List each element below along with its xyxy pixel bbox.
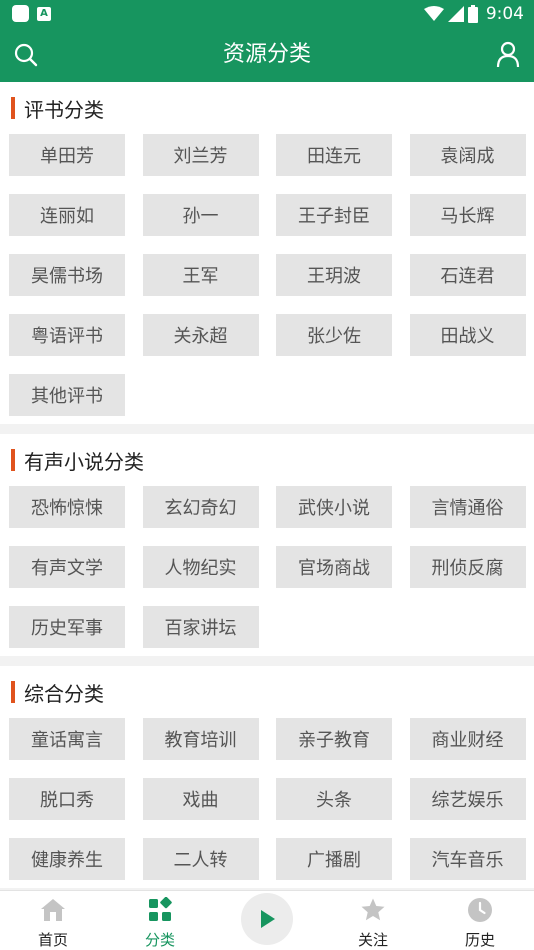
nav-history[interactable]: 历史 [440, 891, 520, 950]
category-tag[interactable]: 历史军事 [9, 606, 125, 648]
tag-grid: 恐怖惊悚 玄幻奇幻 武侠小说 言情通俗 有声文学 人物纪实 官场商战 刑侦反腐 … [9, 486, 526, 648]
section-accent-bar [11, 449, 15, 471]
section-title: 有声小说分类 [24, 449, 144, 474]
category-tag[interactable]: 张少佐 [276, 314, 392, 356]
category-tag[interactable]: 言情通俗 [409, 486, 526, 528]
star-icon [361, 898, 385, 921]
category-tag[interactable]: 马长辉 [409, 194, 526, 236]
category-tag[interactable]: 单田芳 [9, 134, 125, 176]
bottom-nav: 首页 分类 关注 历史 [0, 890, 534, 950]
category-tag[interactable]: 人物纪实 [142, 546, 259, 588]
section-accent-bar [11, 97, 15, 119]
section-header: 有声小说分类 [9, 434, 525, 486]
tag-grid: 童话寓言 教育培训 亲子教育 商业财经 脱口秀 戏曲 头条 综艺娱乐 健康养生 … [9, 718, 526, 880]
user-icon[interactable] [494, 40, 522, 68]
section-pingshu: 评书分类 单田芳 刘兰芳 田连元 袁阔成 连丽如 孙一 王子封臣 马长辉 昊儒书… [0, 82, 534, 424]
category-tag[interactable]: 王子封臣 [276, 194, 392, 236]
nav-history-label: 历史 [464, 931, 495, 949]
signal-icon [447, 6, 464, 22]
category-tag[interactable]: 王玥波 [276, 254, 392, 296]
category-tag[interactable]: 田连元 [276, 134, 392, 176]
play-icon [261, 910, 275, 928]
category-tag[interactable]: 连丽如 [9, 194, 125, 236]
app-bar: 资源分类 [0, 28, 534, 82]
category-tag[interactable]: 综艺娱乐 [409, 778, 526, 820]
category-tag[interactable]: 商业财经 [409, 718, 526, 760]
category-content[interactable]: 评书分类 单田芳 刘兰芳 田连元 袁阔成 连丽如 孙一 王子封臣 马长辉 昊儒书… [0, 82, 534, 890]
category-tag[interactable]: 刑侦反腐 [409, 546, 526, 588]
section-accent-bar [11, 681, 15, 703]
category-tag[interactable]: 玄幻奇幻 [142, 486, 259, 528]
clock-icon [468, 898, 492, 922]
notification-icon [12, 5, 29, 22]
category-tag[interactable]: 田战义 [409, 314, 526, 356]
category-tag[interactable]: 百家讲坛 [142, 606, 259, 648]
section-general: 综合分类 童话寓言 教育培训 亲子教育 商业财经 脱口秀 戏曲 头条 综艺娱乐 … [0, 666, 534, 888]
category-tag[interactable]: 头条 [276, 778, 392, 820]
category-tag[interactable]: 粤语评书 [9, 314, 125, 356]
category-tag[interactable]: 其他评书 [9, 374, 125, 416]
nav-follow[interactable]: 关注 [333, 891, 413, 950]
category-tag[interactable]: 孙一 [142, 194, 259, 236]
category-icon [149, 897, 172, 921]
tag-grid: 单田芳 刘兰芳 田连元 袁阔成 连丽如 孙一 王子封臣 马长辉 昊儒书场 王军 … [9, 134, 526, 416]
nav-home[interactable]: 首页 [13, 891, 93, 950]
category-tag[interactable]: 脱口秀 [9, 778, 125, 820]
category-tag[interactable]: 关永超 [142, 314, 259, 356]
nav-category-label: 分类 [144, 931, 175, 949]
category-tag[interactable]: 武侠小说 [276, 486, 392, 528]
keyboard-a-icon: A [37, 6, 51, 21]
category-tag[interactable]: 有声文学 [9, 546, 125, 588]
section-audio-novel: 有声小说分类 恐怖惊悚 玄幻奇幻 武侠小说 言情通俗 有声文学 人物纪实 官场商… [0, 434, 534, 656]
home-icon [41, 899, 65, 921]
category-tag[interactable]: 恐怖惊悚 [9, 486, 125, 528]
category-tag[interactable]: 汽车音乐 [409, 838, 526, 880]
category-tag[interactable]: 健康养生 [9, 838, 125, 880]
section-header: 评书分类 [9, 82, 525, 134]
nav-follow-label: 关注 [357, 931, 388, 949]
category-tag[interactable]: 石连君 [409, 254, 526, 296]
category-tag[interactable]: 教育培训 [142, 718, 259, 760]
status-bar: A 9:04 [0, 0, 534, 28]
section-title: 评书分类 [24, 97, 104, 122]
category-tag[interactable]: 官场商战 [276, 546, 392, 588]
play-button[interactable] [241, 893, 293, 945]
status-time: 9:04 [485, 4, 524, 24]
category-tag[interactable]: 袁阔成 [409, 134, 526, 176]
nav-category[interactable]: 分类 [120, 891, 200, 950]
battery-icon [467, 5, 478, 23]
wifi-icon [423, 6, 444, 21]
page-title: 资源分类 [222, 42, 311, 67]
category-tag[interactable]: 刘兰芳 [142, 134, 259, 176]
category-tag[interactable]: 戏曲 [142, 778, 259, 820]
section-header: 综合分类 [9, 666, 525, 718]
section-title: 综合分类 [24, 681, 104, 706]
category-tag[interactable]: 昊儒书场 [9, 254, 125, 296]
category-tag[interactable]: 亲子教育 [276, 718, 392, 760]
category-tag[interactable]: 王军 [142, 254, 259, 296]
category-tag[interactable]: 二人转 [142, 838, 259, 880]
search-icon[interactable] [12, 41, 40, 69]
category-tag[interactable]: 广播剧 [276, 838, 392, 880]
category-tag[interactable]: 童话寓言 [9, 718, 125, 760]
nav-home-label: 首页 [37, 931, 68, 949]
